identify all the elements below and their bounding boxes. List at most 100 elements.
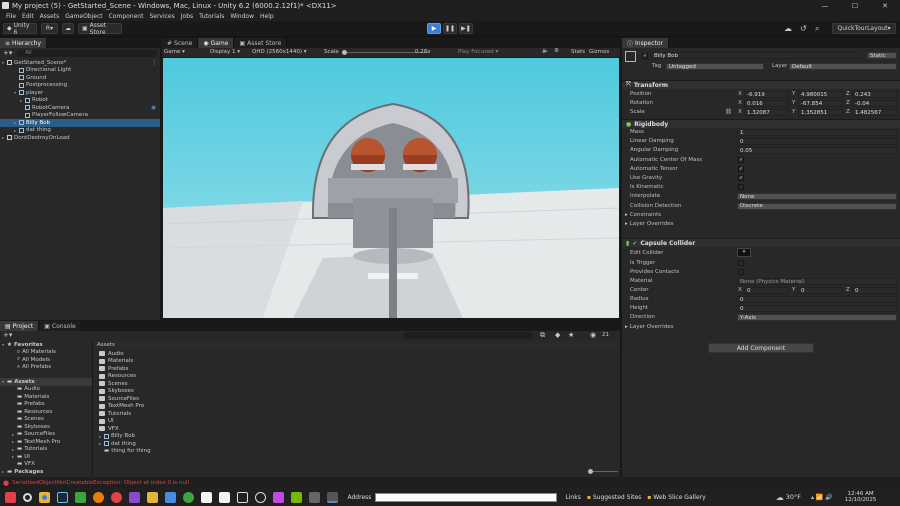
- is-trigger-checkbox[interactable]: [738, 260, 744, 266]
- hierarchy-item[interactable]: ▾ GetStarted_Scene* ⋮: [0, 59, 160, 67]
- app-icon-3[interactable]: [129, 491, 140, 503]
- document-icon[interactable]: [201, 491, 212, 503]
- asset-folder-item[interactable]: ▬ Prefabs: [0, 401, 92, 409]
- camera-eye-icon[interactable]: ◉: [151, 105, 156, 111]
- game-viewport[interactable]: [163, 58, 619, 318]
- file-list-item[interactable]: SourceFiles: [99, 395, 619, 403]
- rigidbody-header[interactable]: ● Rigidbody: [622, 119, 900, 128]
- transform-header[interactable]: ⤧ Transform: [622, 80, 900, 89]
- asset-folder-item[interactable]: ▬ Resources: [0, 408, 92, 416]
- file-list-item[interactable]: TextMesh Pro: [99, 403, 619, 411]
- layer-dropdown[interactable]: Default: [789, 63, 897, 70]
- rigidbody-dropdown[interactable]: None: [737, 193, 897, 201]
- search-taskbar-icon[interactable]: [23, 492, 32, 502]
- rigidbody-checkbox[interactable]: ✓: [738, 165, 744, 172]
- asset-folder-item[interactable]: ▸ ▬ Tutorials: [0, 446, 92, 454]
- menu-help[interactable]: Help: [257, 13, 277, 20]
- center-x-field[interactable]: 0: [744, 287, 789, 294]
- suggested-sites-link[interactable]: ▪ Suggested Sites: [587, 494, 641, 501]
- files-icon[interactable]: [147, 491, 158, 503]
- direction-dropdown[interactable]: Y-Axis: [737, 314, 897, 321]
- tab-scene[interactable]: # Scene: [162, 38, 199, 48]
- active-checkbox[interactable]: ✓: [642, 53, 648, 59]
- app-icon-1[interactable]: [75, 491, 86, 503]
- file-list-item[interactable]: Audio: [99, 350, 619, 358]
- hierarchy-item[interactable]: PlayerFollowCamera: [0, 112, 160, 120]
- services-cloud-icon[interactable]: ☁: [784, 24, 792, 33]
- tray-icons[interactable]: ▴ 📶 🔊: [811, 494, 833, 501]
- app-icon-6[interactable]: [309, 491, 320, 503]
- filter-icon[interactable]: ⧉: [540, 331, 545, 340]
- menu-services[interactable]: Services: [146, 13, 177, 20]
- unity-taskbar-icon[interactable]: [327, 491, 338, 503]
- scale-z-field[interactable]: 1.482567: [852, 109, 897, 116]
- pause-button[interactable]: ❚❚: [443, 23, 457, 34]
- file-list-item[interactable]: Tutorials: [99, 410, 619, 418]
- play-focused-dropdown[interactable]: Play Focused ▾: [458, 49, 498, 55]
- gizmos-button[interactable]: Gizmos: [589, 49, 609, 55]
- settings-icon[interactable]: ⚙: [554, 48, 559, 54]
- asset-folder-item[interactable]: ▬ Audio: [0, 386, 92, 394]
- name-field[interactable]: Billy Bob: [651, 52, 861, 59]
- document-icon-2[interactable]: [219, 491, 230, 503]
- file-list-item[interactable]: Resources: [99, 373, 619, 381]
- rigidbody-dropdown[interactable]: Discrete: [737, 202, 897, 210]
- scale-y-field[interactable]: 1.352851: [798, 109, 843, 116]
- breadcrumb-assets[interactable]: Assets: [97, 342, 115, 348]
- eye-icon[interactable]: ◉: [590, 331, 596, 339]
- material-field[interactable]: None (Physics Material): [737, 278, 897, 285]
- height-field[interactable]: 0: [737, 305, 897, 312]
- tab-console[interactable]: ▣ Console: [39, 321, 82, 331]
- rotation-z-field[interactable]: -0.04: [852, 100, 897, 107]
- asset-folder-item[interactable]: ▸ ▬ SourceFiles: [0, 431, 92, 439]
- asset-folder-item[interactable]: ▬ Skyboxes: [0, 423, 92, 431]
- hierarchy-search-input[interactable]: All: [17, 49, 157, 57]
- provides-contacts-checkbox[interactable]: [738, 269, 744, 275]
- static-dropdown[interactable]: Static: [867, 52, 897, 59]
- error-message[interactable]: SerializedObjectNotCreatableException: O…: [12, 480, 189, 486]
- stats-button[interactable]: Stats: [571, 49, 585, 55]
- temperature[interactable]: 30°F: [786, 493, 801, 501]
- step-button[interactable]: ▶❚: [459, 23, 473, 34]
- asset-folder-item[interactable]: ▸ ▬ TextMesh Pro: [0, 438, 92, 446]
- app-icon-5[interactable]: [273, 491, 284, 503]
- tab-game[interactable]: ◉ Game: [198, 38, 235, 48]
- position-z-field[interactable]: 0.243: [852, 91, 897, 98]
- rigidbody-checkbox[interactable]: [738, 184, 744, 191]
- blender-icon[interactable]: [93, 491, 104, 503]
- web-slice-gallery-link[interactable]: ▪ Web Slice Gallery: [647, 494, 705, 501]
- resolution-dropdown[interactable]: QHD (2560x1440) ▾: [252, 49, 307, 55]
- create-icon[interactable]: +▾: [3, 331, 12, 339]
- position-x-field[interactable]: -6.919: [744, 91, 789, 98]
- menu-edit[interactable]: Edit: [19, 13, 37, 20]
- game-mode-dropdown[interactable]: Game ▾: [164, 49, 185, 55]
- foldout-constraints[interactable]: ▸ Constraints: [625, 211, 661, 219]
- file-list-item[interactable]: Materials: [99, 358, 619, 366]
- cloud-icon[interactable]: ☁: [62, 23, 74, 34]
- user-button[interactable]: R ▾: [41, 23, 58, 34]
- hierarchy-item[interactable]: ▾ player: [0, 89, 160, 97]
- scale-x-field[interactable]: 1.32087: [744, 109, 789, 116]
- menu-window[interactable]: Window: [227, 13, 257, 20]
- link-icon[interactable]: ⛓: [725, 108, 732, 116]
- steam-icon[interactable]: [57, 491, 68, 503]
- menu-tutorials[interactable]: Tutorials: [196, 13, 227, 20]
- rigidbody-value-field[interactable]: 0: [737, 138, 897, 146]
- favorite-item[interactable]: ⌕ All Materials: [0, 349, 92, 357]
- menu-assets[interactable]: Assets: [37, 13, 63, 20]
- foldout-layer-overrides[interactable]: ▸ Layer Overrides: [625, 220, 674, 228]
- position-y-field[interactable]: 4.980015: [798, 91, 843, 98]
- capsule-collider-header[interactable]: ▮ ✓ Capsule Collider: [622, 238, 900, 247]
- hierarchy-item[interactable]: ▸ dat thing: [0, 127, 160, 135]
- label-icon[interactable]: ◆: [555, 331, 560, 339]
- more-options-icon[interactable]: ⋮: [152, 60, 158, 66]
- favorite-item[interactable]: ⌕ All Prefabs: [0, 364, 92, 372]
- unity-hub-icon[interactable]: [237, 491, 248, 503]
- radius-field[interactable]: 0: [737, 296, 897, 303]
- favorites-node[interactable]: ▾ ★ Favorites: [0, 341, 92, 349]
- chrome-icon[interactable]: [39, 491, 50, 503]
- center-z-field[interactable]: 0: [852, 287, 897, 294]
- tab-inspector[interactable]: ⓘ Inspector: [622, 38, 670, 48]
- hierarchy-item[interactable]: Directional Light: [0, 67, 160, 75]
- play-button[interactable]: ▶: [427, 23, 441, 34]
